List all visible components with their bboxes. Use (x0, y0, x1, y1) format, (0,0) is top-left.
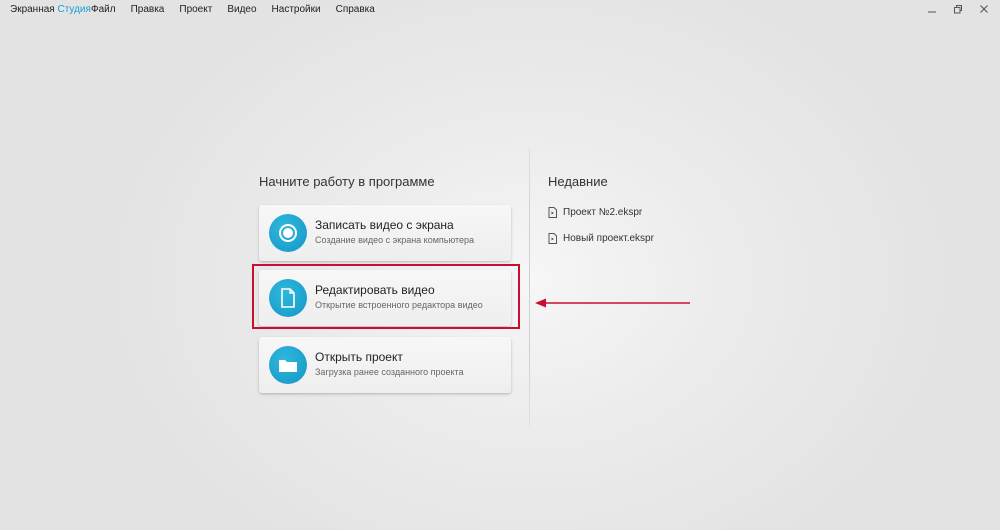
record-video-desc: Создание видео с экрана компьютера (315, 235, 475, 245)
recent-heading: Недавние (548, 174, 608, 189)
record-video-title: Записать видео с экрана (315, 218, 454, 232)
recent-item-label: Новый проект.ekspr (563, 233, 654, 244)
record-video-button[interactable]: Записать видео с экрана Создание видео с… (259, 205, 511, 261)
menu-video[interactable]: Видео (227, 4, 256, 15)
open-project-title: Открыть проект (315, 350, 403, 364)
folder-icon (269, 346, 307, 384)
section-divider (529, 148, 530, 426)
project-file-icon (548, 233, 557, 244)
menu-bar: Файл Правка Проект Видео Настройки Справ… (91, 4, 390, 15)
close-icon[interactable] (978, 2, 990, 16)
menu-edit[interactable]: Правка (131, 4, 165, 15)
app-title-main: Экранная (10, 4, 55, 15)
open-project-button[interactable]: Открыть проект Загрузка ранее созданного… (259, 337, 511, 393)
recent-item-label: Проект №2.ekspr (563, 207, 643, 218)
menu-file[interactable]: Файл (91, 4, 116, 15)
title-bar: Экранная Студия Файл Правка Проект Видео… (0, 0, 1000, 20)
recent-item[interactable]: Проект №2.ekspr (548, 207, 642, 218)
restore-icon[interactable] (952, 2, 964, 16)
window-controls (926, 2, 990, 16)
highlight-frame (252, 264, 520, 329)
recent-item[interactable]: Новый проект.ekspr (548, 233, 654, 244)
project-file-icon (548, 207, 557, 218)
app-title-accent: Студия (57, 4, 91, 15)
menu-project[interactable]: Проект (179, 4, 212, 15)
record-icon (269, 214, 307, 252)
annotation-arrow (535, 298, 690, 308)
menu-help[interactable]: Справка (336, 4, 375, 15)
minimize-icon[interactable] (926, 2, 938, 16)
open-project-desc: Загрузка ранее созданного проекта (315, 367, 464, 377)
menu-settings[interactable]: Настройки (272, 4, 321, 15)
start-heading: Начните работу в программе (259, 174, 435, 189)
app-title: Экранная Студия (10, 4, 91, 15)
